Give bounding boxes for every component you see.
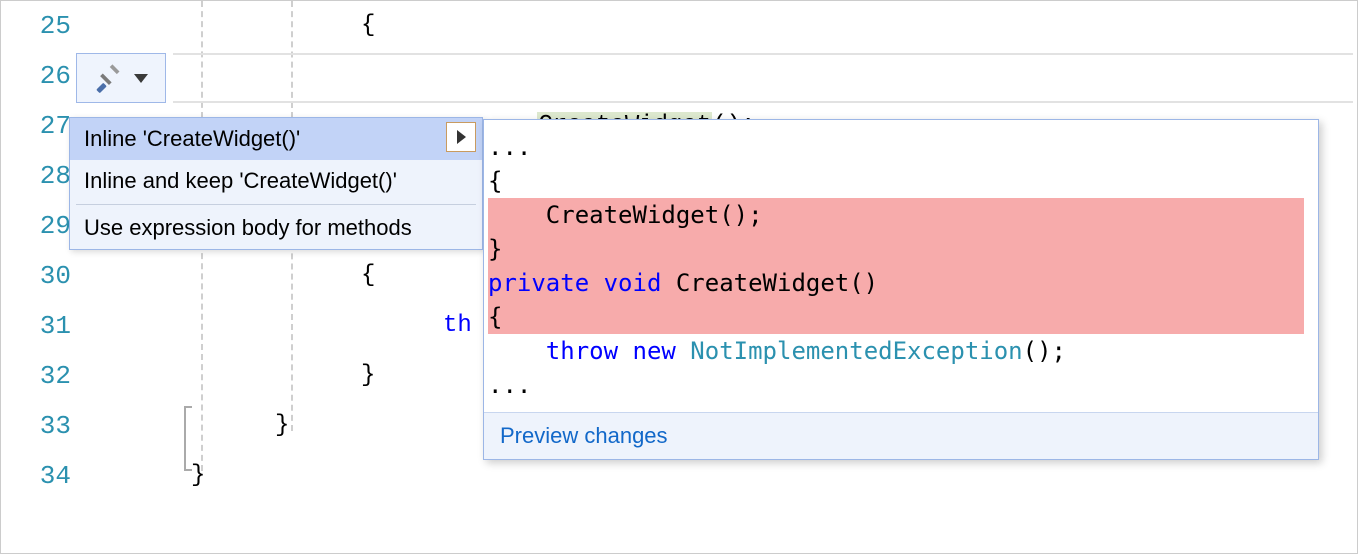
screwdriver-icon [94,63,124,93]
quick-actions-menu: Inline 'CreateWidget()' Inline and keep … [69,117,483,250]
code-line: } [191,451,205,501]
action-label: Inline 'CreateWidget()' [84,126,300,151]
outline-bracket [184,406,186,471]
chevron-down-icon [134,74,148,83]
action-inline[interactable]: Inline 'CreateWidget()' [70,118,482,160]
code-line: th [443,301,472,351]
line-number: 25 [1,1,71,51]
line-number: 29 [1,201,71,251]
line-number: 28 [1,151,71,201]
menu-separator [76,204,476,205]
action-expression-body[interactable]: Use expression body for methods [70,207,482,249]
action-inline-keep[interactable]: Inline and keep 'CreateWidget()' [70,160,482,202]
submenu-expand-button[interactable] [446,122,476,152]
line-number: 32 [1,351,71,401]
code-line: { [361,251,375,301]
preview-line: throw new NotImplementedException(); [488,337,1066,365]
line-number: 30 [1,251,71,301]
line-number: 33 [1,401,71,451]
removed-line: private void CreateWidget() [488,266,1304,300]
code-line: } [275,401,289,451]
line-number: 34 [1,451,71,501]
code-editor[interactable]: 25 26 27 28 29 30 31 32 33 34 { CreateWi… [1,1,1357,553]
line-number: 26 [1,51,71,101]
removed-line: { [488,300,1304,334]
action-label: Inline and keep 'CreateWidget()' [84,168,397,193]
preview-changes-link[interactable]: Preview changes [484,412,1318,459]
quick-actions-button[interactable] [76,53,166,103]
preview-panel: ... { CreateWidget();}private void Creat… [483,119,1319,460]
line-number: 31 [1,301,71,351]
code-line: CreateWidget(); [451,51,755,101]
removed-line: CreateWidget(); [488,198,1304,232]
action-label: Use expression body for methods [84,215,412,240]
chevron-right-icon [457,130,466,144]
line-number-gutter: 25 26 27 28 29 30 31 32 33 34 [1,1,79,553]
line-number: 27 [1,101,71,151]
preview-code: ... { CreateWidget();}private void Creat… [484,120,1318,412]
code-line: { [361,1,375,51]
code-line: } [361,351,375,401]
removed-line: } [488,232,1304,266]
